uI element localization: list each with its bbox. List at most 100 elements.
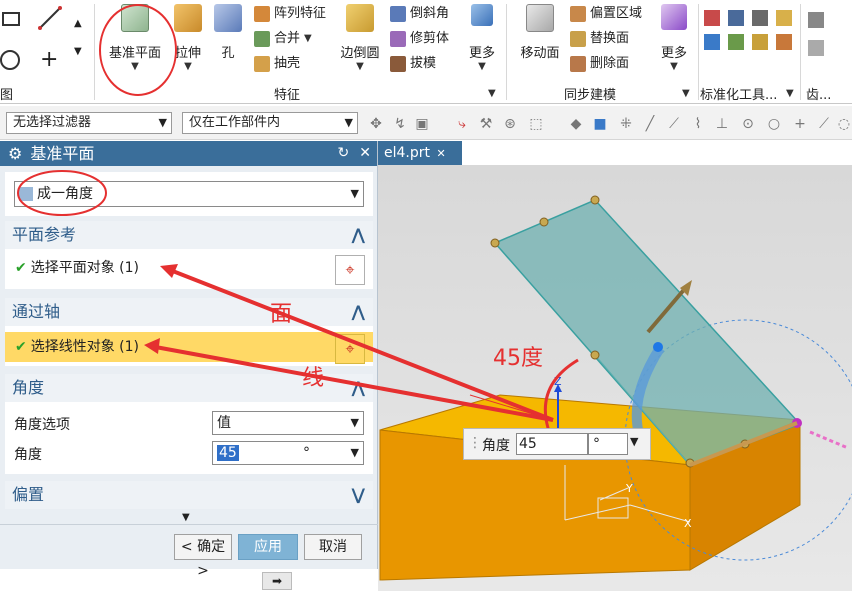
offset-section: 偏置 ⋁ — [5, 481, 373, 509]
filter-tool-icon[interactable]: ◌ — [836, 116, 852, 132]
filter-tool-icon[interactable]: ⊙ — [740, 116, 756, 132]
expand-more-icon[interactable]: ▼ — [182, 512, 190, 523]
sketch-rect-icon[interactable] — [2, 12, 20, 26]
chevron-down-icon[interactable]: ▼ — [630, 435, 638, 448]
more-feature-button[interactable]: 更多 ▼ — [464, 4, 500, 72]
filter-tool-icon[interactable]: ⬚ — [528, 116, 544, 132]
draft-icon — [390, 56, 406, 72]
crosshair-icon[interactable]: ⌖ — [335, 255, 365, 285]
chevron-down-icon: ▼ — [350, 187, 359, 200]
annotation-line-text: 线 — [302, 366, 325, 391]
chevron-up-icon: ⋀ — [351, 302, 365, 321]
trim-body-button[interactable]: 修剪体 — [390, 29, 449, 49]
reset-icon[interactable]: ↻ — [338, 141, 350, 166]
draft-button[interactable]: 拔模 — [390, 54, 436, 74]
unite-icon — [254, 31, 270, 47]
chamfer-icon — [390, 6, 406, 22]
gear-tool-icon[interactable] — [808, 12, 824, 28]
sync-group-caret[interactable]: ▼ — [682, 88, 690, 99]
angle-box-unit-select[interactable]: ° — [588, 433, 628, 455]
plane-reference-section: 平面参考 ⋀ ✔ 选择平面对象 (1) ⌖ — [5, 221, 373, 289]
crosshair-icon[interactable]: ⌖ — [335, 334, 365, 364]
type-filter-select[interactable]: 无选择过滤器 ▼ — [6, 112, 172, 134]
chevron-down-icon: ▼ — [350, 446, 359, 459]
filter-tool-icon[interactable]: ↯ — [392, 116, 408, 132]
group-label-feature: 特征 — [274, 88, 301, 103]
pattern-feature-button[interactable]: 阵列特征 — [254, 4, 326, 24]
filter-tool-icon[interactable]: ⌇ — [690, 116, 706, 132]
offset-region-button[interactable]: 偏置区域 — [570, 4, 642, 24]
tool-icon[interactable] — [704, 10, 720, 26]
group-label-gear: 齿... — [806, 88, 832, 103]
tool-icon[interactable] — [752, 34, 768, 50]
filter-tool-icon[interactable]: ⊛ — [502, 116, 518, 132]
tool-icon[interactable] — [704, 34, 720, 50]
standard-tools-icons[interactable] — [704, 10, 800, 70]
angle-box-grip-icon[interactable]: ⋮ — [468, 435, 482, 451]
filter-tool-icon[interactable]: ✥ — [368, 116, 384, 132]
filter-tool-icon[interactable]: ▣ — [414, 116, 430, 132]
filter-tool-icon[interactable]: ⚒ — [478, 116, 494, 132]
filter-tool-icon[interactable]: ⟋ — [666, 116, 682, 132]
tool-icon[interactable] — [728, 10, 744, 26]
datum-plane-icon — [121, 4, 149, 32]
trim-body-icon — [390, 31, 406, 47]
resource-bar-arrow-icon[interactable]: ➡ — [262, 572, 292, 590]
more-sync-icon — [661, 4, 687, 30]
filter-tool-icon[interactable]: ◆ — [568, 116, 584, 132]
standard-tools-caret[interactable]: ▼ — [786, 88, 794, 99]
move-face-button[interactable]: 移动面 — [516, 4, 564, 61]
graphics-viewport[interactable] — [378, 165, 852, 591]
tool-icon[interactable] — [776, 34, 792, 50]
delete-face-button[interactable]: 删除面 — [570, 54, 629, 74]
chamfer-button[interactable]: 倒斜角 — [390, 4, 449, 24]
scope-filter-select[interactable]: 仅在工作部件内 ▼ — [182, 112, 358, 134]
unite-button[interactable]: 合并 ▼ — [254, 29, 312, 49]
close-icon[interactable]: ✕ — [359, 141, 371, 166]
through-axis-header[interactable]: 通过轴 ⋀ — [5, 298, 373, 326]
apply-button[interactable]: 应用 — [238, 534, 298, 560]
tool-icon[interactable] — [752, 10, 768, 26]
edge-blend-button[interactable]: 边倒圆 ▼ — [336, 4, 384, 72]
select-linear-object-row[interactable]: ✔ 选择线性对象 (1) ⌖ — [5, 332, 373, 364]
sketch-more-caret[interactable]: ▲ ▼ — [74, 10, 82, 66]
type-select[interactable]: 成一角度 ▼ — [14, 181, 364, 207]
offset-header[interactable]: 偏置 ⋁ — [5, 481, 373, 509]
gear-tool-icon[interactable] — [808, 40, 824, 56]
filter-tool-icon[interactable]: ⊥ — [714, 116, 730, 132]
tool-icon[interactable] — [776, 10, 792, 26]
replace-face-button[interactable]: 替换面 — [570, 29, 629, 49]
cancel-button[interactable]: 取消 — [304, 534, 362, 560]
filter-tool-icon[interactable]: ■ — [592, 116, 608, 132]
filter-tool-icon[interactable]: ⤷ — [454, 116, 470, 132]
gear-icon[interactable]: ⚙ — [8, 141, 22, 166]
angle-option-select[interactable]: 值 ▼ — [212, 411, 364, 435]
ribbon: + ▲ ▼ 图 基准平面 ▼ 拉伸 ▼ 孔 阵列特征 合并 ▼ 抽壳 边倒圆 ▼ 倒… — [0, 0, 852, 104]
gear-tools-icons[interactable] — [808, 12, 848, 56]
angle-box-value-input[interactable]: 45 — [516, 433, 588, 455]
angle-value-input[interactable]: 45 ° ▼ — [212, 441, 364, 465]
filter-tool-icon[interactable]: ╱ — [642, 116, 658, 132]
ok-button[interactable]: < 确定 > — [174, 534, 232, 579]
selection-filter-bar: 无选择过滤器 ▼ 仅在工作部件内 ▼ ✥ ↯ ▣ ⤷ ⚒ ⊛ ⬚ ◆ ■ ⁜ ╱ ⟋… — [0, 106, 852, 140]
datum-plane-button[interactable]: 基准平面 ▼ — [104, 4, 166, 72]
select-plane-object-row[interactable]: ✔ 选择平面对象 (1) ⌖ — [5, 253, 373, 285]
plane-reference-header[interactable]: 平面参考 ⋀ — [5, 221, 373, 249]
close-icon[interactable]: ✕ — [436, 147, 445, 160]
chevron-down-icon: ⋁ — [351, 485, 365, 504]
tab-el4-prt[interactable]: el4.prt ✕ — [378, 141, 462, 165]
group-label-standard-tools: 标准化工具... — [700, 88, 778, 103]
extrude-button[interactable]: 拉伸 ▼ — [170, 4, 206, 72]
hole-button[interactable]: 孔 — [212, 4, 244, 61]
sketch-circle-icon[interactable] — [0, 50, 20, 70]
more-sync-button[interactable]: 更多 ▼ — [656, 4, 692, 72]
filter-tool-icon[interactable]: ⟋ — [816, 116, 832, 132]
filter-tool-icon[interactable]: ⁜ — [618, 116, 634, 132]
feature-group-caret[interactable]: ▼ — [488, 88, 496, 99]
sketch-point-icon[interactable]: + — [40, 49, 58, 71]
sketch-line-icon[interactable] — [38, 6, 62, 30]
shell-button[interactable]: 抽壳 — [254, 54, 300, 74]
filter-tool-icon[interactable]: + — [792, 116, 808, 132]
tool-icon[interactable] — [728, 34, 744, 50]
filter-tool-icon[interactable]: ○ — [766, 116, 782, 132]
